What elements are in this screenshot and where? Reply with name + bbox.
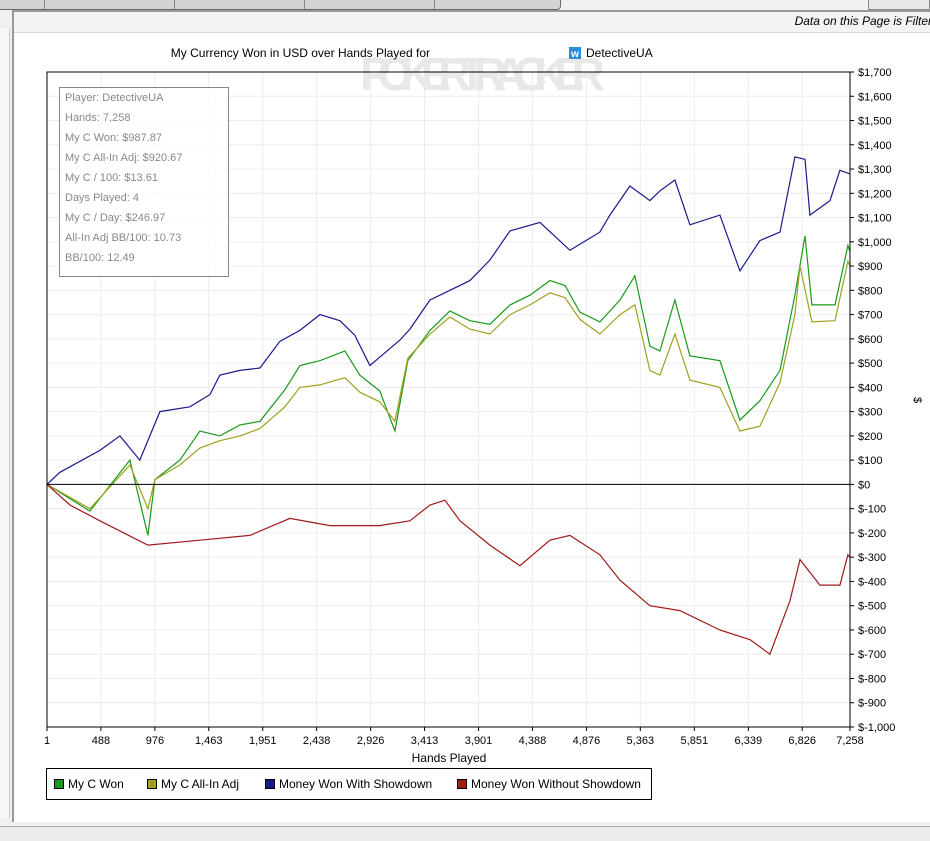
x-tick-label: 1 — [44, 735, 50, 747]
x-tick-label: 1,951 — [249, 735, 277, 747]
x-tick-label: 3,901 — [465, 735, 493, 747]
chart-title: My Currency Won in USD over Hands Played… — [171, 46, 430, 60]
y-tick-label: $1,400 — [858, 140, 892, 152]
y-tick-label: $-600 — [858, 625, 886, 637]
x-tick-label: 488 — [92, 735, 110, 747]
y-tick-label: $-700 — [858, 649, 886, 661]
stat-bb100: BB/100: 12.49 — [65, 252, 135, 264]
x-tick-label: 5,363 — [627, 735, 655, 747]
stat-allin-adj: My C All-In Adj: $920.67 — [65, 152, 183, 164]
stat-per-100: My C / 100: $13.61 — [65, 172, 158, 184]
y-tick-label: $1,700 — [858, 67, 892, 79]
stat-player: Player: DetectiveUA — [65, 92, 164, 104]
y-tick-label: $-300 — [858, 552, 886, 564]
site-logo-letter: w — [570, 49, 579, 60]
y-tick-label: $-500 — [858, 601, 886, 613]
legend-item-all-in-adj[interactable]: My C All-In Adj — [147, 777, 239, 791]
y-tick-label: $1,100 — [858, 213, 892, 225]
y-tick-label: $-800 — [858, 673, 886, 685]
y-tick-label: $-1,000 — [858, 722, 895, 734]
chart-title-player: DetectiveUA — [586, 46, 653, 60]
y-tick-label: $600 — [858, 334, 882, 346]
y-tick-label: $100 — [858, 455, 882, 467]
legend-item-with-showdown[interactable]: Money Won With Showdown — [265, 777, 432, 791]
legend-swatch — [265, 779, 275, 789]
legend-swatch — [147, 779, 157, 789]
x-tick-label: 4,876 — [573, 735, 601, 747]
legend-swatch — [54, 779, 64, 789]
y-tick-label: $1,000 — [858, 237, 892, 249]
y-tick-label: $900 — [858, 261, 882, 273]
status-bar — [0, 826, 930, 841]
stats-box: Player: DetectiveUA Hands: 7,258 My C Wo… — [59, 87, 229, 277]
series-line-my-c-won — [46, 235, 851, 536]
y-tick-label: $800 — [858, 285, 882, 297]
y-tick-label: $1,300 — [858, 164, 892, 176]
stat-hands: Hands: 7,258 — [65, 112, 131, 124]
legend-label: Money Won With Showdown — [279, 777, 433, 791]
y-tick-label: $-400 — [858, 576, 886, 588]
x-tick-label: 6,339 — [735, 735, 763, 747]
y-axis-label: $ — [911, 397, 923, 403]
x-tick-label: 976 — [146, 735, 164, 747]
legend-label: My C Won — [68, 777, 124, 791]
legend-label: My C All-In Adj — [161, 777, 240, 791]
legend: My C Won My C All-In Adj Money Won With … — [46, 768, 652, 800]
x-tick-label: 2,926 — [357, 735, 385, 747]
x-axis-label: Hands Played — [412, 751, 487, 765]
x-tick-label: 2,438 — [303, 735, 331, 747]
legend-item-without-showdown[interactable]: Money Won Without Showdown — [457, 777, 641, 791]
y-tick-label: $500 — [858, 358, 882, 370]
x-tick-label: 5,851 — [681, 735, 709, 747]
stat-days-played: Days Played: 4 — [65, 192, 139, 204]
x-tick-label: 3,413 — [411, 735, 439, 747]
legend-swatch — [457, 779, 467, 789]
stat-allin-bb100: All-In Adj BB/100: 10.73 — [65, 232, 182, 244]
y-tick-label: $-100 — [858, 504, 886, 516]
y-tick-label: $-900 — [858, 698, 886, 710]
x-tick-label: 4,388 — [519, 735, 547, 747]
y-tick-label: $1,500 — [858, 116, 892, 128]
y-tick-label: $200 — [858, 431, 882, 443]
y-tick-label: $300 — [858, 407, 882, 419]
y-tick-label: $-200 — [858, 528, 886, 540]
x-tick-label: 1,463 — [195, 735, 223, 747]
y-tick-label: $400 — [858, 382, 882, 394]
y-tick-label: $1,200 — [858, 188, 892, 200]
series-line-my-c-all-in-adj — [46, 259, 851, 511]
y-tick-label: $0 — [858, 479, 870, 491]
series-line-money-won-without-showdown — [46, 483, 851, 656]
legend-label: Money Won Without Showdown — [471, 777, 641, 791]
stat-per-day: My C / Day: $246.97 — [65, 212, 166, 224]
x-tick-label: 7,258 — [836, 735, 864, 747]
stat-won: My C Won: $987.87 — [65, 132, 163, 144]
y-tick-label: $700 — [858, 310, 882, 322]
legend-item-my-c-won[interactable]: My C Won — [54, 777, 124, 791]
x-tick-label: 6,826 — [788, 735, 816, 747]
y-tick-label: $1,600 — [858, 91, 892, 103]
